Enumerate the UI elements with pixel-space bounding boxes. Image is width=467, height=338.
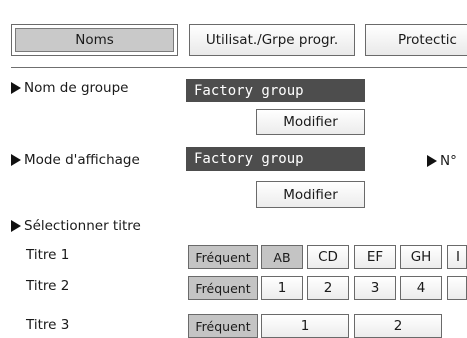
display-mode-field: Factory group (186, 147, 365, 171)
title-1-gh-button[interactable]: GH (400, 245, 442, 269)
display-mode-label: Mode d'affichage (11, 150, 140, 170)
number-label: N° (427, 151, 457, 171)
title-2-1-button[interactable]: 1 (261, 276, 303, 300)
title-3-frequent-button[interactable]: Fréquent (188, 314, 258, 338)
group-name-modify-button[interactable]: Modifier (256, 109, 365, 135)
title-1-frequent-button[interactable]: Fréquent (188, 245, 258, 269)
tab-users-groups-label: Utilisat./Grpe progr. (205, 32, 339, 48)
title-1-ab-button[interactable]: AB (261, 245, 303, 269)
triangle-pointer-icon (11, 220, 21, 232)
title-2-label: Titre 2 (26, 278, 70, 294)
tab-noms[interactable]: Noms (11, 24, 178, 56)
title-1-label: Titre 1 (26, 247, 70, 263)
title-2-5-button[interactable] (447, 276, 467, 300)
triangle-pointer-icon (11, 82, 21, 94)
display-mode-modify-button[interactable]: Modifier (256, 181, 365, 208)
title-3-label: Titre 3 (26, 317, 70, 333)
group-name-field: Factory group (186, 79, 365, 102)
title-3-2-button[interactable]: 2 (354, 314, 442, 338)
title-3-1-button[interactable]: 1 (261, 314, 349, 338)
tab-protection[interactable]: Protectic (365, 24, 467, 56)
title-2-2-button[interactable]: 2 (307, 276, 349, 300)
triangle-pointer-icon (11, 154, 21, 166)
triangle-pointer-icon (427, 155, 437, 167)
tab-protection-label: Protectic (398, 32, 457, 48)
group-name-label: Nom de groupe (11, 78, 128, 98)
title-2-4-button[interactable]: 4 (400, 276, 442, 300)
title-1-cd-button[interactable]: CD (307, 245, 349, 269)
title-1-ef-button[interactable]: EF (354, 245, 396, 269)
title-1-i-button[interactable]: I (447, 245, 467, 269)
tab-users-groups[interactable]: Utilisat./Grpe progr. (189, 24, 355, 56)
tab-noms-label: Noms (75, 32, 114, 48)
title-2-3-button[interactable]: 3 (354, 276, 396, 300)
section-divider (11, 67, 467, 68)
select-title-label: Sélectionner titre (11, 216, 141, 236)
title-2-frequent-button[interactable]: Fréquent (188, 276, 258, 300)
